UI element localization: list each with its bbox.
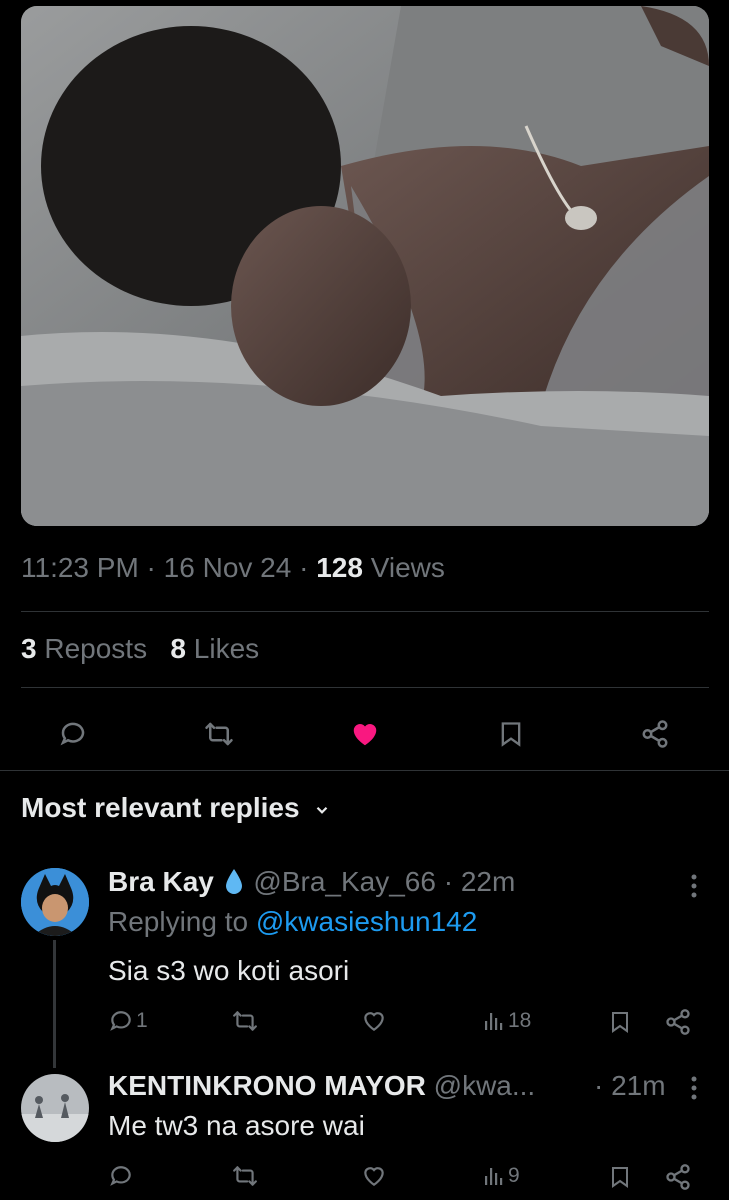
reply-text: Me tw3 na asore wai — [108, 1110, 365, 1141]
bookmark-icon — [612, 1167, 628, 1188]
reply-repost-button[interactable] — [231, 1008, 259, 1034]
more-options-button[interactable] — [682, 872, 706, 900]
divider — [21, 687, 709, 688]
share-icon — [642, 720, 668, 748]
reposts-label: Reposts — [44, 633, 148, 664]
reply-icon — [60, 722, 85, 746]
more-icon — [691, 1076, 697, 1100]
reply-text: Sia s3 wo koti asori — [108, 955, 350, 986]
replies-sort-label: Most relevant replies — [21, 792, 300, 823]
reply-views: 9 — [508, 1164, 520, 1187]
reply-time-wrap: · 21m — [594, 1070, 666, 1101]
divider — [0, 770, 729, 771]
post-time: 11:23 PM — [21, 552, 139, 583]
bookmark-icon — [501, 722, 521, 747]
reply-reply-button[interactable]: 1 — [108, 1008, 148, 1034]
reply-count: 1 — [136, 1009, 148, 1032]
reply-icon — [110, 1011, 131, 1031]
share-button[interactable] — [633, 712, 677, 756]
share-icon — [666, 1164, 690, 1190]
replying-prefix: Replying to — [108, 906, 249, 937]
reply-views-button[interactable]: 9 — [482, 1163, 520, 1189]
reply-icon — [110, 1166, 131, 1186]
likes-link[interactable]: 8 Likes — [170, 633, 259, 664]
reply-bookmark-button[interactable] — [608, 1163, 632, 1191]
more-icon — [691, 874, 697, 898]
likes-count: 8 — [170, 633, 186, 664]
likes-label: Likes — [193, 633, 260, 664]
replying-to-link[interactable]: @kwasieshun142 — [256, 906, 477, 937]
repost-icon — [233, 1166, 257, 1186]
reply-header: Bra Kay @Bra_Kay_66 · 22m — [108, 866, 516, 897]
analytics-icon — [485, 1013, 503, 1030]
reply-views: 18 — [508, 1009, 532, 1032]
bookmark-button[interactable] — [489, 712, 533, 756]
avatar[interactable] — [21, 1074, 89, 1142]
reply-time: 21m — [611, 1070, 666, 1101]
reply-repost-button[interactable] — [231, 1163, 259, 1189]
reply-share-button[interactable] — [664, 1008, 692, 1036]
chevron-down-icon — [317, 806, 328, 814]
replies-sort-dropdown[interactable]: Most relevant replies — [21, 792, 331, 824]
droplet-icon — [225, 869, 242, 894]
views-label: Views — [370, 552, 445, 583]
repost-icon — [205, 722, 233, 746]
reposts-count: 3 — [21, 633, 37, 664]
reposts-link[interactable]: 3 Reposts — [21, 633, 147, 664]
reply-header: KENTINKRONO MAYOR @kwa... — [108, 1070, 598, 1102]
reply-reply-button[interactable] — [108, 1163, 134, 1189]
analytics-icon — [485, 1168, 503, 1185]
reply-bookmark-button[interactable] — [608, 1008, 632, 1036]
reply-author-name[interactable]: KENTINKRONO MAYOR — [108, 1070, 426, 1101]
heart-icon — [364, 1167, 384, 1186]
more-options-button[interactable] — [682, 1074, 706, 1102]
post-stats: 3 Reposts 8 Likes — [21, 633, 259, 665]
heart-filled-icon — [353, 724, 377, 746]
reply-like-button[interactable] — [360, 1163, 388, 1189]
reply-time: 22m — [460, 866, 516, 897]
bookmark-icon — [612, 1012, 628, 1033]
reply-author-name[interactable]: Bra Kay — [108, 866, 214, 897]
divider — [21, 611, 709, 612]
heart-icon — [364, 1012, 384, 1031]
views-count: 128 — [316, 552, 363, 583]
thread-line — [53, 940, 56, 1068]
repost-button[interactable] — [197, 712, 241, 756]
reply-views-button[interactable]: 18 — [482, 1008, 531, 1034]
repost-icon — [233, 1011, 257, 1031]
post-meta: 11:23 PM · 16 Nov 24 · 128 Views — [21, 552, 445, 583]
replying-to: Replying to @kwasieshun142 — [108, 906, 477, 938]
post-date: 16 Nov 24 — [163, 552, 292, 583]
reply-like-button[interactable] — [360, 1008, 388, 1034]
reply-author-handle[interactable]: @Bra_Kay_66 — [253, 866, 436, 897]
reply-author-handle[interactable]: @kwa... — [434, 1070, 536, 1101]
share-icon — [666, 1009, 690, 1035]
like-button[interactable] — [343, 712, 387, 756]
avatar[interactable] — [21, 868, 89, 936]
post-media-image[interactable] — [21, 6, 709, 526]
reply-share-button[interactable] — [664, 1163, 692, 1191]
reply-button[interactable] — [51, 712, 95, 756]
